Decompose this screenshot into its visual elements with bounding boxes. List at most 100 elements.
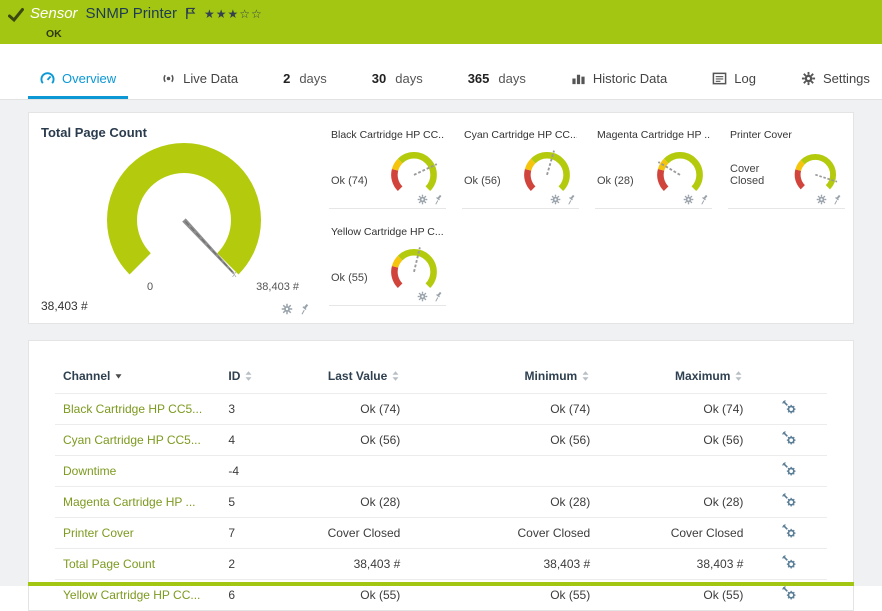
mini-gauge-actions	[546, 194, 577, 205]
tab-label: days	[498, 71, 525, 86]
main-gauge-cell[interactable]: Total Page Count x 0 38,403 # 38,403 #	[29, 113, 321, 323]
channel-settings-icon[interactable]	[782, 400, 797, 415]
table-row: Magenta Cartridge HP ... 5 Ok (28) Ok (2…	[55, 487, 827, 518]
flag-icon[interactable]	[185, 7, 196, 20]
channel-cell: Black Cartridge HP CC5...	[55, 394, 220, 425]
mini-gauge-cell[interactable]: Printer Cover Cover Closed	[720, 119, 853, 216]
gear-icon[interactable]	[417, 194, 428, 205]
gear-icon[interactable]	[281, 303, 293, 315]
main-gauge-actions	[281, 303, 311, 315]
channel-settings-icon[interactable]	[782, 462, 797, 477]
channel-link[interactable]: Cyan Cartridge HP CC5...	[63, 433, 201, 447]
tab-settings[interactable]: Settings	[789, 61, 882, 99]
gear-icon[interactable]	[683, 194, 694, 205]
channel-settings-icon[interactable]	[782, 586, 797, 601]
column-header-id[interactable]: ID	[220, 363, 294, 394]
tab-2-days[interactable]: 2 days	[271, 61, 339, 99]
stars-empty: ☆☆	[239, 7, 263, 21]
status-check-icon	[8, 7, 24, 23]
maximum-cell: Ok (74)	[598, 394, 751, 425]
sensor-type-label: Sensor	[30, 5, 78, 22]
maximum-cell: Cover Closed	[598, 518, 751, 549]
tab-log[interactable]: Log	[700, 61, 768, 99]
svg-text:x: x	[232, 269, 237, 279]
channel-link[interactable]: Yellow Cartridge HP CC...	[63, 588, 200, 602]
channel-cell: Magenta Cartridge HP ...	[55, 487, 220, 518]
maximum-cell: 38,403 #	[598, 549, 751, 580]
channel-settings-icon[interactable]	[782, 524, 797, 539]
mini-gauge-label: Cyan Cartridge HP CC...	[464, 129, 577, 141]
column-label: Maximum	[675, 369, 730, 383]
channel-link[interactable]: Printer Cover	[63, 526, 134, 540]
mini-gauge-label: Black Cartridge HP CC...	[331, 129, 444, 141]
sensor-status-text: OK	[46, 28, 62, 40]
gear-icon[interactable]	[550, 194, 561, 205]
gear-icon[interactable]	[816, 194, 827, 205]
mini-gauge-cell[interactable]: Yellow Cartridge HP C... Ok (55)	[321, 216, 454, 313]
table-row: Cyan Cartridge HP CC5... 4 Ok (56) Ok (5…	[55, 425, 827, 456]
main-gauge-value: 38,403 #	[41, 299, 88, 313]
priority-stars[interactable]: ★★★☆☆	[204, 7, 263, 21]
mini-gauge-actions	[413, 291, 444, 302]
mini-gauge	[386, 242, 442, 298]
channel-link[interactable]: Total Page Count	[63, 557, 155, 571]
pin-icon[interactable]	[433, 291, 444, 302]
gear-icon[interactable]	[417, 291, 428, 302]
tab-365-days[interactable]: 365 days	[456, 61, 538, 99]
live-data-icon	[161, 71, 176, 86]
channel-settings-icon[interactable]	[782, 555, 797, 570]
sort-icon	[244, 370, 253, 382]
column-header-last-value[interactable]: Last Value	[294, 363, 408, 394]
tab-historic-data[interactable]: Historic Data	[559, 61, 679, 99]
mini-gauge-actions	[679, 194, 710, 205]
tab-label: days	[299, 71, 326, 86]
pin-icon[interactable]	[832, 194, 843, 205]
mini-gauge-value: Ok (56)	[464, 175, 501, 187]
column-header-channel[interactable]: Channel	[55, 363, 220, 394]
last-value-cell: Ok (74)	[294, 394, 408, 425]
channel-settings-icon[interactable]	[782, 493, 797, 508]
pin-icon[interactable]	[299, 303, 311, 315]
pin-icon[interactable]	[566, 194, 577, 205]
divider	[595, 208, 712, 209]
mini-gauge-label: Printer Cover	[730, 129, 843, 141]
gauge-scale-max: 38,403 #	[256, 281, 299, 293]
main-gauge: x	[99, 135, 269, 305]
channel-link[interactable]: Black Cartridge HP CC5...	[63, 402, 202, 416]
tab-overview[interactable]: Overview	[28, 61, 128, 99]
mini-gauge-actions	[413, 194, 444, 205]
table-row: Total Page Count 2 38,403 # 38,403 # 38,…	[55, 549, 827, 580]
sort-desc-icon	[114, 370, 123, 382]
sort-icon	[391, 370, 400, 382]
mini-gauge-value: Cover Closed	[730, 163, 790, 187]
mini-gauge-value: Ok (28)	[597, 175, 634, 187]
id-cell: 4	[220, 425, 294, 456]
channel-link[interactable]: Downtime	[63, 464, 116, 478]
id-cell: 5	[220, 487, 294, 518]
last-value-cell: Ok (28)	[294, 487, 408, 518]
mini-gauge-cell[interactable]: Magenta Cartridge HP ... Ok (28)	[587, 119, 720, 216]
log-icon	[712, 71, 727, 86]
tab-live-data[interactable]: Live Data	[149, 61, 250, 99]
content-area: Total Page Count x 0 38,403 # 38,403 # B…	[0, 100, 882, 586]
divider	[462, 208, 579, 209]
channel-settings-icon[interactable]	[782, 431, 797, 446]
column-label: Minimum	[525, 369, 578, 383]
settings-cell	[751, 456, 827, 487]
table-row: Downtime -4	[55, 456, 827, 487]
column-header-maximum[interactable]: Maximum	[598, 363, 751, 394]
pin-icon[interactable]	[433, 194, 444, 205]
mini-gauge-value: Ok (55)	[331, 272, 368, 284]
mini-gauge-cell[interactable]: Cyan Cartridge HP CC... Ok (56)	[454, 119, 587, 216]
mini-gauge	[652, 145, 708, 201]
channel-link[interactable]: Magenta Cartridge HP ...	[63, 495, 196, 509]
pin-icon[interactable]	[699, 194, 710, 205]
tab-30-days[interactable]: 30 days	[360, 61, 435, 99]
tab-label: Log	[734, 71, 756, 86]
tab-number: 365	[468, 71, 490, 86]
last-value-cell: Ok (56)	[294, 425, 408, 456]
tab-label: days	[395, 71, 422, 86]
column-header-minimum[interactable]: Minimum	[408, 363, 598, 394]
mini-gauge-cell[interactable]: Black Cartridge HP CC... Ok (74)	[321, 119, 454, 216]
minimum-cell: 38,403 #	[408, 549, 598, 580]
